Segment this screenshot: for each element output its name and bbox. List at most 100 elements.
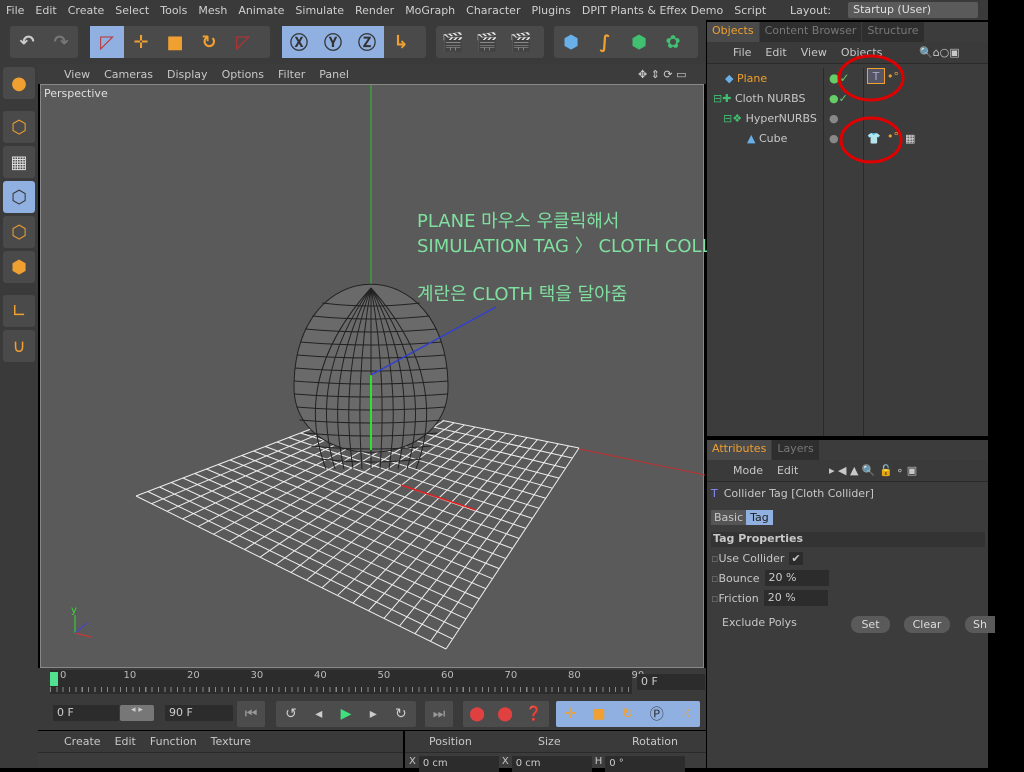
go-to-end-button[interactable]: ⏭ <box>425 701 453 727</box>
move-button[interactable]: ✛ <box>124 26 158 58</box>
menu-mesh[interactable]: Mesh <box>198 4 227 17</box>
layout-selector[interactable]: Layout: Startup (User) <box>790 2 979 18</box>
attr-menu-edit[interactable]: Edit <box>777 464 798 477</box>
object-plane[interactable]: ◆ Plane <box>725 68 767 88</box>
tab-attributes[interactable]: Attributes <box>707 440 772 460</box>
object-cloth-nurbs[interactable]: ⊟✚ Cloth NURBS <box>713 88 805 108</box>
render-view-button[interactable]: 🎬 <box>436 26 470 58</box>
friction-field[interactable]: 20 % <box>763 590 828 606</box>
playhead[interactable] <box>50 672 58 686</box>
z-axis-button[interactable]: Ⓩ <box>350 26 384 58</box>
viewport[interactable]: Perspective y PLANE 마우스 우클릭해서 SIMULATION… <box>40 84 755 668</box>
mat-menu-texture[interactable]: Texture <box>211 735 251 748</box>
menu-mograph[interactable]: MoGraph <box>405 4 455 17</box>
record-key-icon[interactable]: ⬤ <box>469 706 485 722</box>
array-button[interactable]: ✿ <box>656 26 690 58</box>
attr-nav-icons[interactable]: ▸ ◀ ▲ 🔍 🔓 ∘ ▣ <box>829 464 917 477</box>
y-axis-button[interactable]: Ⓨ <box>316 26 350 58</box>
menu-plugins[interactable]: Plugins <box>531 4 570 17</box>
clear-button[interactable]: Clear <box>904 616 950 633</box>
object-hypernurbs[interactable]: ⊟❖ HyperNURBS <box>723 108 817 128</box>
mat-menu-create[interactable]: Create <box>64 735 101 748</box>
attr-menu-mode[interactable]: Mode <box>733 464 763 477</box>
menu-script[interactable]: Script <box>734 4 766 17</box>
live-selection-button[interactable]: ◸ <box>90 26 124 58</box>
menu-select[interactable]: Select <box>115 4 149 17</box>
mat-menu-edit[interactable]: Edit <box>115 735 136 748</box>
make-editable-button[interactable]: ● <box>3 67 35 99</box>
menu-file[interactable]: File <box>6 4 24 17</box>
set-button[interactable]: Set <box>851 616 890 633</box>
viewport-menu-panel[interactable]: Panel <box>319 68 349 81</box>
size-x-field[interactable]: 0 cm <box>511 756 592 772</box>
polygons-mode-button[interactable]: ⬢ <box>3 251 35 283</box>
layout-dropdown[interactable]: Startup (User) <box>848 2 979 18</box>
rotate-button[interactable]: ↻ <box>192 26 226 58</box>
next-frame-button[interactable]: ▸ <box>370 706 377 722</box>
menu-dpit[interactable]: DPIT Plants & Effex Demo <box>582 4 723 17</box>
use-collider-checkbox[interactable]: ✔ <box>789 552 803 565</box>
points-mode-button[interactable]: ⬡ <box>3 181 35 213</box>
bounce-field[interactable]: 20 % <box>764 570 829 586</box>
undo-button[interactable]: ↶ <box>10 26 44 58</box>
redo-button[interactable]: ↷ <box>44 26 78 58</box>
menu-animate[interactable]: Animate <box>238 4 284 17</box>
rotation-h-field[interactable]: 0 ° <box>605 756 686 772</box>
prev-frame-button[interactable]: ◂ <box>315 706 322 722</box>
key-rotation-icon[interactable]: ↻ <box>622 706 634 722</box>
keyframe-selection-icon[interactable]: ❓ <box>525 706 542 722</box>
objects-menu-file[interactable]: File <box>733 46 751 59</box>
search-icon[interactable]: 🔍⌂○▣ <box>919 46 960 59</box>
scale-button[interactable]: ■ <box>158 26 192 58</box>
viewport-menu-view[interactable]: View <box>64 68 90 81</box>
snap-button[interactable]: ∪ <box>3 330 35 362</box>
menu-render[interactable]: Render <box>355 4 394 17</box>
play-button[interactable]: ▶ <box>341 706 352 722</box>
recent-tool-button[interactable]: ◸ <box>226 26 260 58</box>
viewport-menu-display[interactable]: Display <box>167 68 208 81</box>
tab-structure[interactable]: Structure <box>862 22 924 42</box>
spline-button[interactable]: ∫ <box>588 26 622 58</box>
go-to-start-button[interactable]: ⏮ <box>237 701 265 727</box>
viewport-menu-options[interactable]: Options <box>222 68 264 81</box>
axis-mode-button[interactable]: ∟ <box>3 295 35 327</box>
render-picture-viewer-button[interactable]: 🎬 <box>470 26 504 58</box>
autokey-icon[interactable]: ⬤ <box>497 706 513 722</box>
key-pla-icon[interactable]: ⁙ <box>680 706 692 722</box>
viewport-menu-cameras[interactable]: Cameras <box>104 68 153 81</box>
menu-character[interactable]: Character <box>466 4 520 17</box>
menu-edit[interactable]: Edit <box>35 4 56 17</box>
range-slider[interactable]: ◂ ▸ <box>120 705 154 721</box>
end-frame-field[interactable]: 90 F <box>165 705 233 721</box>
subtab-tag[interactable]: Tag <box>746 510 773 525</box>
texture-mode-button[interactable]: ▦ <box>3 146 35 178</box>
model-mode-button[interactable]: ⬡ <box>3 111 35 143</box>
viewport-nav-icons[interactable]: ✥ ⇕ ⟳ ▭ <box>638 68 687 81</box>
next-key-button[interactable]: ↻ <box>395 706 407 722</box>
nurbs-button[interactable]: ⬢ <box>622 26 656 58</box>
menu-simulate[interactable]: Simulate <box>295 4 344 17</box>
edges-mode-button[interactable]: ⬡ <box>3 216 35 248</box>
show-button[interactable]: Sh <box>965 616 995 633</box>
object-cube[interactable]: ▲ Cube <box>747 128 787 148</box>
objects-menu-edit[interactable]: Edit <box>765 46 786 59</box>
start-frame-field[interactable]: 0 F <box>53 705 119 721</box>
cube-button[interactable]: ⬢ <box>554 26 588 58</box>
timeline[interactable]: 0102030405060708090 0 F <box>38 668 706 700</box>
viewport-menu-filter[interactable]: Filter <box>278 68 305 81</box>
render-settings-button[interactable]: 🎬 <box>504 26 538 58</box>
menu-create[interactable]: Create <box>68 4 105 17</box>
tab-objects[interactable]: Objects <box>707 22 759 42</box>
prev-key-button[interactable]: ↺ <box>285 706 297 722</box>
tab-layers[interactable]: Layers <box>772 440 819 460</box>
tab-content-browser[interactable]: Content Browser <box>759 22 862 42</box>
current-frame-field[interactable]: 0 F <box>637 674 705 690</box>
objects-menu-view[interactable]: View <box>801 46 827 59</box>
key-scale-icon[interactable]: ■ <box>592 706 605 722</box>
menu-tools[interactable]: Tools <box>160 4 187 17</box>
x-axis-button[interactable]: Ⓧ <box>282 26 316 58</box>
key-param-icon[interactable]: Ⓟ <box>650 704 664 724</box>
position-x-field[interactable]: 0 cm <box>418 756 499 772</box>
mat-menu-function[interactable]: Function <box>150 735 197 748</box>
coordinate-system-button[interactable]: ↳ <box>384 26 418 58</box>
